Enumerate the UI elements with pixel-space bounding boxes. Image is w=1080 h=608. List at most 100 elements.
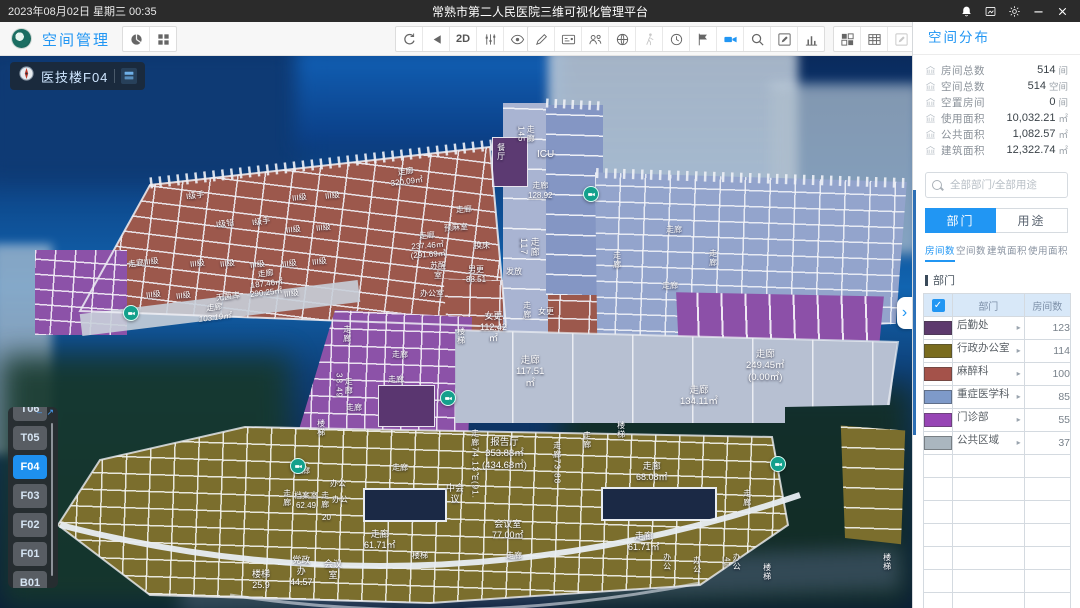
stat-value: 10,032.21 (1007, 112, 1056, 124)
subtab-building-area[interactable]: 建筑面积 (987, 243, 1027, 262)
bell-icon[interactable] (959, 4, 974, 19)
floorplan-outpatient-room-row[interactable] (674, 289, 886, 343)
floorplan-public-corridor-zone[interactable] (452, 327, 902, 427)
tab-usage[interactable]: 用途 (996, 208, 1068, 233)
search-box[interactable] (925, 172, 1068, 198)
search-input[interactable] (948, 178, 1061, 192)
dept-room-count: 37 (1024, 432, 1070, 455)
expand-arrow-icon[interactable]: ▸ (1017, 409, 1024, 431)
room-label: 楼梯 (882, 553, 892, 571)
panel-collapse-handle[interactable]: › (897, 297, 912, 329)
camera-marker[interactable] (770, 456, 786, 472)
edit2-icon[interactable] (887, 27, 914, 51)
camera-marker[interactable] (123, 305, 139, 321)
stat-row: 房间总数514间 (925, 62, 1068, 78)
dept-name: 公共区域 (953, 434, 999, 446)
dept-room-count: 85 (1024, 386, 1070, 409)
floor-button-f01[interactable]: F01 (13, 542, 47, 566)
expand-arrow-icon[interactable]: ▸ (1017, 317, 1024, 339)
table-icon[interactable] (860, 27, 887, 51)
select-all-header[interactable]: ✓ (924, 294, 953, 317)
building-icon (925, 81, 936, 92)
right-panel: 空间分布 房间总数514间空间总数514空间空置房间0间使用面积10,032.2… (912, 22, 1080, 608)
gear-icon[interactable] (1007, 4, 1022, 19)
table-row[interactable]: 麻醉科▸100 (924, 363, 1071, 386)
floor-button-b01[interactable]: B01 (13, 571, 47, 588)
people-icon[interactable] (581, 27, 608, 51)
stat-label: 房间总数 (941, 63, 1037, 78)
expand-arrow-icon[interactable]: ▸ (1017, 340, 1024, 362)
stat-row: 公共面积1,082.57㎡ (925, 126, 1068, 142)
table-row[interactable]: 公共区域 ▸37 (924, 432, 1071, 455)
floor-selector[interactable]: – ↗ T06T05F04F03F02F01B01 (8, 407, 58, 588)
expand-arrow-icon[interactable]: ▸ (1017, 363, 1024, 385)
floor-button-f02[interactable]: F02 (13, 513, 47, 537)
pie-chart-icon[interactable] (123, 27, 149, 51)
globe-icon[interactable] (608, 27, 635, 51)
table-row[interactable]: 后勤处▸123 (924, 317, 1071, 340)
floorplan-logistics-room[interactable] (378, 385, 435, 427)
table-row[interactable]: 行政办公室▸114 (924, 340, 1071, 363)
dept-color-swatch (924, 367, 952, 381)
stat-row: 使用面积10,032.21㎡ (925, 110, 1068, 126)
camera-icon[interactable] (716, 27, 743, 51)
toolbar-group-2 (527, 26, 825, 52)
edit-icon[interactable] (770, 27, 797, 51)
camera-marker[interactable] (440, 390, 456, 406)
expand-arrow-icon[interactable]: ▸ (1017, 386, 1024, 408)
stat-unit: ㎡ (1058, 127, 1068, 141)
table-row[interactable]: 门诊部▸55 (924, 409, 1071, 432)
room-label: 楼梯 (762, 563, 772, 581)
sliders-icon[interactable] (476, 27, 503, 51)
dept-room-count: 100 (1024, 363, 1070, 386)
minimize-icon[interactable] (1031, 4, 1046, 19)
eye-icon[interactable] (503, 27, 530, 51)
stat-label: 建筑面积 (941, 143, 1007, 158)
chart-icon[interactable] (797, 27, 824, 51)
dept-color-swatch (924, 344, 952, 358)
view-mode-group (122, 26, 177, 52)
camera-marker[interactable] (583, 186, 599, 202)
table-row[interactable]: 重症医学科▸85 (924, 386, 1071, 409)
close-icon[interactable] (1055, 4, 1070, 19)
floor-button-t05[interactable]: T05 (13, 426, 47, 450)
floor-panel-expand-icon[interactable]: – ↗ (37, 407, 55, 418)
dept-room-count: 123 (1024, 317, 1070, 340)
dept-color-swatch (924, 390, 952, 404)
floorplan-admin-right-wing[interactable] (838, 423, 908, 548)
camera-marker[interactable] (290, 458, 306, 474)
clock-icon[interactable] (662, 27, 689, 51)
dashboard-icon[interactable] (834, 27, 860, 51)
page-title: 常熟市第二人民医院三维可视化管理平台 (432, 3, 648, 20)
section-header: 部门 (925, 272, 1068, 288)
layers-icon[interactable] (121, 68, 137, 84)
floor-button-f03[interactable]: F03 (13, 484, 47, 508)
rotate-icon[interactable] (396, 27, 422, 51)
subtab-usable-area[interactable]: 使用面积 (1028, 243, 1068, 262)
screenshot-icon[interactable] (983, 4, 998, 19)
search-icon[interactable] (743, 27, 770, 51)
back-icon[interactable] (422, 27, 449, 51)
floor-button-f04[interactable]: F04 (13, 455, 47, 479)
flag-icon[interactable] (689, 27, 716, 51)
app-window: 2023年08月02日 星期三 00:35 常熟市第二人民医院三维可视化管理平台… (0, 0, 1080, 608)
building-badge[interactable]: 医技楼F04 (10, 62, 145, 90)
2d-icon[interactable]: 2D (449, 27, 476, 51)
grid-icon[interactable] (149, 27, 176, 51)
scene-3d-view[interactable]: I级手III级III级走廊 320.09㎡I级铅I级手III级III级走廊III… (0, 55, 912, 608)
pen-icon[interactable] (528, 27, 554, 51)
panel-scrollbar[interactable] (913, 190, 916, 435)
subtab-space-count[interactable]: 空间数 (956, 243, 986, 262)
stat-unit: ㎡ (1058, 111, 1068, 125)
expand-arrow-icon[interactable]: ▸ (1017, 432, 1024, 454)
tab-department[interactable]: 部门 (925, 208, 996, 233)
floor-panel-scrollbar[interactable] (51, 423, 53, 576)
walk-icon[interactable] (635, 27, 662, 51)
floorplan-courtyard (363, 488, 447, 522)
stat-unit: 间 (1058, 95, 1068, 109)
titlebar: 2023年08月02日 星期三 00:35 常熟市第二人民医院三维可视化管理平台 (0, 0, 1080, 22)
card-icon[interactable] (554, 27, 581, 51)
floorplan-dining-room[interactable] (492, 137, 528, 187)
checkbox-checked-icon[interactable]: ✓ (932, 299, 945, 312)
subtab-room-count[interactable]: 房间数 (925, 243, 955, 262)
